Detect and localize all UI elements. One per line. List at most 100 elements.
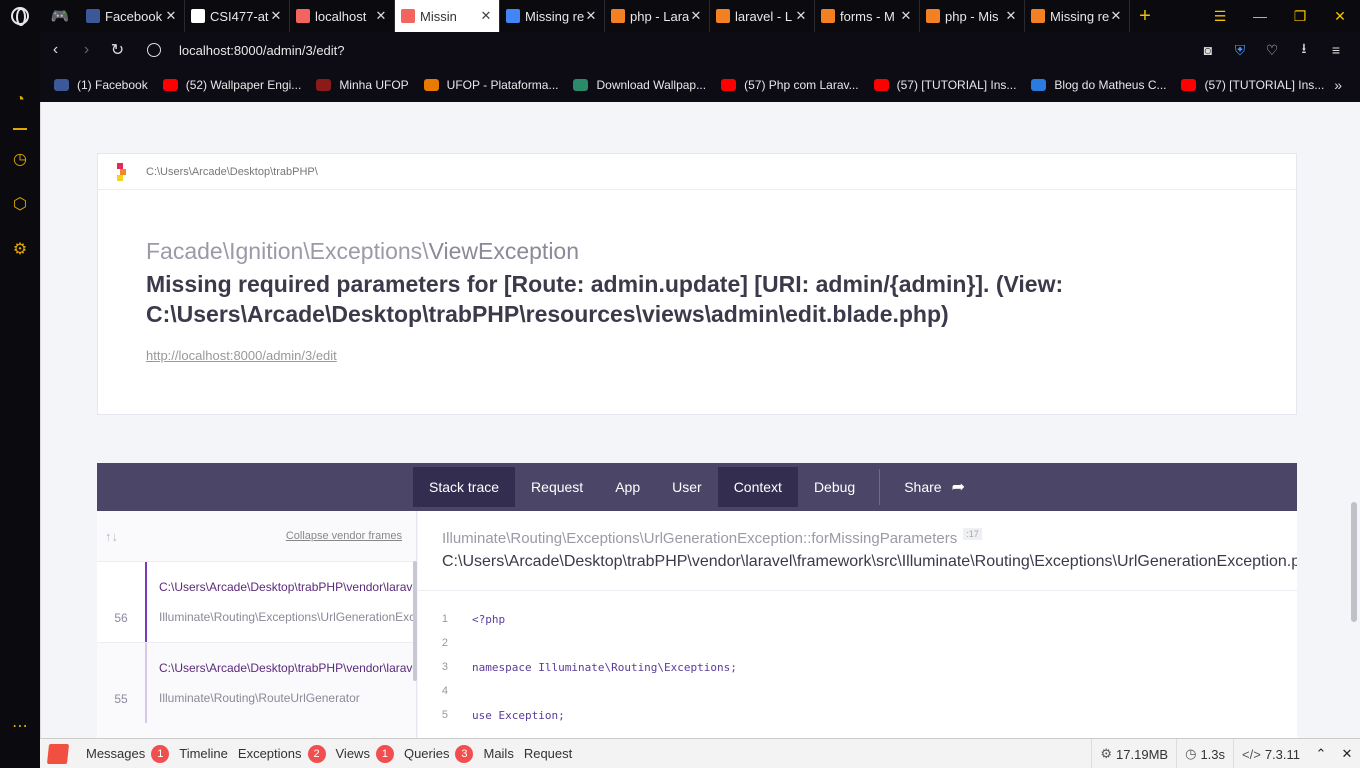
gamepad-icon[interactable]: 🎮 xyxy=(40,0,80,32)
line-number: 2 xyxy=(441,637,448,649)
close-tab-icon[interactable]: ✕ xyxy=(374,8,388,24)
debugbar-tab-timeline[interactable]: Timeline xyxy=(179,746,228,761)
ignition-tab-context[interactable]: Context xyxy=(717,467,798,507)
facebook-icon xyxy=(86,9,100,23)
share-label: Share xyxy=(904,479,942,495)
close-tab-icon[interactable]: ✕ xyxy=(479,8,493,24)
code-text: use Exception; xyxy=(472,708,565,722)
settings-gear-icon[interactable]: ⚙ xyxy=(10,240,30,260)
debugbar-tab-request[interactable]: Request xyxy=(524,746,572,761)
browser-tab[interactable]: php - Mis ✕ xyxy=(920,0,1025,32)
browser-tab[interactable]: CSI477-at ✕ xyxy=(185,0,290,32)
settings-sliders-icon[interactable]: ≡ xyxy=(1320,42,1352,58)
collapse-vendor-frames-link[interactable]: Collapse vendor frames xyxy=(286,530,402,542)
exception-class: Facade\Ignition\Exceptions\ViewException xyxy=(146,238,579,265)
bookmark-item[interactable]: (1) Facebook xyxy=(54,78,148,92)
reload-button[interactable]: ↻ xyxy=(102,40,133,60)
frames-scrollbar[interactable] xyxy=(413,561,417,681)
url-text[interactable]: localhost:8000/admin/3/edit? xyxy=(179,43,345,58)
code-icon: </> xyxy=(1242,746,1261,762)
bookmark-item[interactable]: Blog do Matheus C... xyxy=(1031,78,1166,92)
close-tab-icon[interactable]: ✕ xyxy=(1109,8,1123,24)
gears-icon: ⚙ xyxy=(1100,746,1113,761)
code-line: 2 xyxy=(418,631,1297,655)
bookmark-item[interactable]: (57) [TUTORIAL] Ins... xyxy=(1181,78,1324,92)
url-field[interactable]: localhost:8000/admin/3/edit? xyxy=(147,43,345,58)
debugbar-tab-messages[interactable]: Messages 1 xyxy=(86,744,170,763)
request-url-link[interactable]: http://localhost:8000/admin/3/edit xyxy=(146,348,337,363)
bookmark-item[interactable]: (52) Wallpaper Engi... xyxy=(162,78,301,92)
close-tab-icon[interactable]: ✕ xyxy=(794,8,808,24)
page-scrollbar[interactable] xyxy=(1348,102,1360,738)
bookmark-item[interactable]: Minha UFOP xyxy=(316,78,409,92)
close-tab-icon[interactable]: ✕ xyxy=(584,8,598,24)
debugbar-tab-views[interactable]: Views 1 xyxy=(336,744,394,763)
back-button[interactable]: ‹ xyxy=(40,41,71,59)
browser-tab[interactable]: Missin ✕ xyxy=(395,0,500,32)
browser-tab[interactable]: laravel - L ✕ xyxy=(710,0,815,32)
browser-tab[interactable]: Missing re ✕ xyxy=(500,0,605,32)
frame-navigate-arrows-icon[interactable]: ↑↓ xyxy=(105,529,118,544)
more-options-icon[interactable]: ⋯ xyxy=(10,717,30,737)
minimize-button[interactable]: — xyxy=(1240,0,1280,32)
close-tab-icon[interactable]: ✕ xyxy=(899,8,913,24)
ignition-tab-app[interactable]: App xyxy=(599,467,656,507)
close-tab-icon[interactable]: ✕ xyxy=(269,8,283,24)
ignition-tab-stack-trace[interactable]: Stack trace xyxy=(413,467,516,507)
laravel-debugbar: Messages 1 Timeline Exceptions 2 Views 1 Querie… xyxy=(40,738,1360,768)
bookmark-item[interactable]: (57) [TUTORIAL] Ins... xyxy=(873,78,1016,92)
debugbar-tab-queries[interactable]: Queries 3 xyxy=(404,744,474,763)
debugbar-tab-exceptions[interactable]: Exceptions 2 xyxy=(238,744,326,763)
request-duration[interactable]: ◷ 1.3s xyxy=(1176,739,1233,768)
close-tab-icon[interactable]: ✕ xyxy=(689,8,703,24)
ignition-tab-user[interactable]: User xyxy=(656,467,718,507)
frame-marker xyxy=(145,562,147,642)
bookmark-label: Minha UFOP xyxy=(339,78,409,92)
browser-tab[interactable]: Missing re ✕ xyxy=(1025,0,1130,32)
bookmark-item[interactable]: UFOP - Plataforma... xyxy=(423,78,558,92)
debugbar-logo-icon[interactable] xyxy=(40,739,76,768)
adblock-shield-icon[interactable]: ⛨ xyxy=(1224,42,1256,59)
snapshot-icon[interactable]: ◙ xyxy=(1192,42,1224,58)
close-tab-icon[interactable]: ✕ xyxy=(1004,8,1018,24)
easy-setup-icon[interactable]: ☰ xyxy=(1200,0,1240,32)
bookmark-label: Download Wallpap... xyxy=(596,78,707,92)
frame-class: Illuminate\Routing\Exceptions\UrlGenerat… xyxy=(159,610,413,624)
close-tab-icon[interactable]: ✕ xyxy=(164,8,178,24)
frame-file-path[interactable]: C:\Users\Arcade\Desktop\trabPHP\vendor\l… xyxy=(442,547,1297,571)
bookmark-item[interactable]: (57) Php com Larav... xyxy=(721,78,859,92)
debugbar-maximize-icon[interactable]: ⌃ xyxy=(1308,746,1334,762)
bookmark-favicon-icon xyxy=(1181,79,1197,91)
browser-tab[interactable]: Facebook ✕ xyxy=(80,0,185,32)
history-icon[interactable]: ◷ xyxy=(10,150,30,170)
new-tab-button[interactable]: + xyxy=(1130,0,1160,32)
forward-button[interactable]: › xyxy=(71,41,102,59)
debugbar-tab-mails[interactable]: Mails xyxy=(483,746,513,761)
ignition-tab-request[interactable]: Request xyxy=(515,467,599,507)
tab-title: laravel - L xyxy=(735,8,793,24)
share-button[interactable]: Share ➦ xyxy=(879,469,981,505)
speed-dial-icon[interactable]: ◔ xyxy=(10,90,30,110)
bookmark-favicon-icon xyxy=(721,79,737,91)
browser-tab[interactable]: php - Lara ✕ xyxy=(605,0,710,32)
bookmark-label: (57) Php com Larav... xyxy=(744,78,859,92)
clock-icon: ◷ xyxy=(1185,746,1197,761)
stack-frame[interactable]: 55 C:\Users\Arcade\Desktop\trabPHP\vendor… xyxy=(97,642,416,723)
download-icon[interactable]: ⭳ xyxy=(1288,38,1320,62)
opera-menu-button[interactable] xyxy=(0,0,40,32)
close-window-button[interactable]: ✕ xyxy=(1320,0,1360,32)
extensions-cube-icon[interactable]: ⬡ xyxy=(10,195,30,215)
browser-tab[interactable]: forms - M ✕ xyxy=(815,0,920,32)
bookmark-item[interactable]: Download Wallpap... xyxy=(573,78,706,92)
heart-icon[interactable]: ♡ xyxy=(1256,42,1288,59)
stack-frames-panel: ↑↓ Collapse vendor frames 56 C:\Users\Arc… xyxy=(97,511,417,738)
maximize-button[interactable]: ❐ xyxy=(1280,0,1320,32)
browser-tab[interactable]: localhost ✕ xyxy=(290,0,395,32)
bookmark-favicon-icon xyxy=(54,79,69,91)
page-scrollbar-thumb[interactable] xyxy=(1351,502,1357,622)
memory-usage[interactable]: ⚙ 17.19MB xyxy=(1091,739,1176,768)
stack-frame[interactable]: 56 C:\Users\Arcade\Desktop\trabPHP\vendor… xyxy=(97,561,416,642)
ignition-tab-debug[interactable]: Debug xyxy=(798,467,871,507)
bookmarks-overflow-icon[interactable]: » xyxy=(1334,77,1342,93)
debugbar-close-icon[interactable]: ✕ xyxy=(1334,746,1360,762)
